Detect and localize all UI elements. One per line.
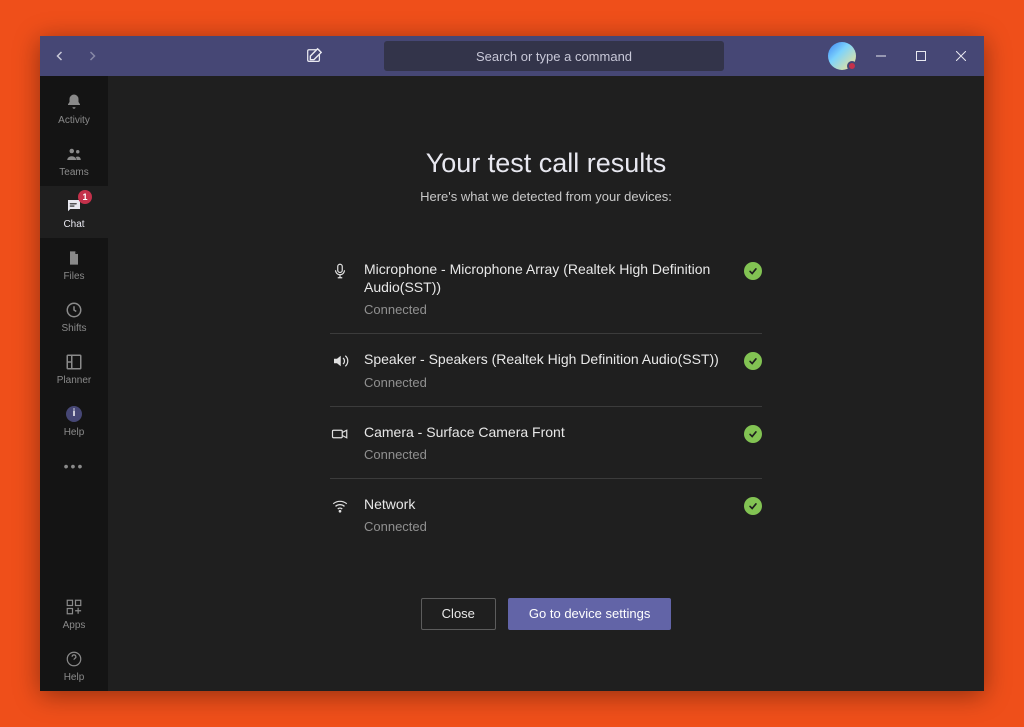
title-bar (40, 36, 984, 76)
user-avatar[interactable] (828, 42, 856, 70)
speaker-icon (330, 351, 350, 371)
app-window: Activity Teams 1 Chat Files (40, 36, 984, 691)
sidebar-item-label: Help (64, 672, 85, 683)
sidebar-item-activity[interactable]: Activity (40, 82, 108, 134)
sidebar-item-label: Activity (58, 115, 90, 126)
result-status: Connected (364, 519, 730, 534)
search-box[interactable] (384, 41, 724, 71)
apps-icon (63, 596, 85, 618)
success-check-icon (744, 497, 762, 515)
sidebar-item-label: Chat (63, 219, 84, 230)
bell-icon (63, 91, 85, 113)
compose-button[interactable] (300, 42, 328, 70)
result-row-network: Network Connected (330, 479, 762, 550)
result-status: Connected (364, 302, 730, 317)
planner-icon (63, 351, 85, 373)
back-button[interactable] (48, 44, 72, 68)
close-window-button[interactable] (946, 41, 976, 71)
notification-badge: 1 (78, 190, 92, 204)
sidebar-item-chat[interactable]: 1 Chat (40, 186, 108, 238)
success-check-icon (744, 352, 762, 370)
forward-button[interactable] (80, 44, 104, 68)
results-list: Microphone - Microphone Array (Realtek H… (330, 244, 762, 550)
camera-icon (330, 424, 350, 444)
result-title: Speaker - Speakers (Realtek High Definit… (364, 350, 730, 368)
more-icon: ••• (64, 458, 85, 474)
sidebar-item-label: Files (63, 271, 84, 282)
help-info-icon: i (63, 403, 85, 425)
teams-icon (63, 143, 85, 165)
page-title: Your test call results (426, 148, 667, 179)
maximize-button[interactable] (906, 41, 936, 71)
result-row-speaker: Speaker - Speakers (Realtek High Definit… (330, 334, 762, 406)
sidebar-item-teams[interactable]: Teams (40, 134, 108, 186)
sidebar-more[interactable]: ••• (40, 446, 108, 486)
sidebar-item-planner[interactable]: Planner (40, 342, 108, 394)
app-bar: Activity Teams 1 Chat Files (40, 76, 108, 691)
microphone-icon (330, 261, 350, 281)
sidebar-item-label: Apps (63, 620, 86, 631)
shifts-icon (63, 299, 85, 321)
presence-badge (847, 61, 857, 71)
sidebar-item-apps[interactable]: Apps (40, 587, 108, 639)
device-settings-button[interactable]: Go to device settings (508, 598, 671, 630)
sidebar-item-label: Planner (57, 375, 91, 386)
search-input[interactable] (384, 49, 724, 64)
main-content: Your test call results Here's what we de… (108, 76, 984, 691)
result-title: Camera - Surface Camera Front (364, 423, 730, 441)
result-status: Connected (364, 375, 730, 390)
sidebar-item-files[interactable]: Files (40, 238, 108, 290)
help-icon (63, 648, 85, 670)
sidebar-item-help[interactable]: i Help (40, 394, 108, 446)
sidebar-item-help-bottom[interactable]: Help (40, 639, 108, 691)
close-button[interactable]: Close (421, 598, 496, 630)
files-icon (63, 247, 85, 269)
sidebar-item-label: Teams (59, 167, 88, 178)
result-title: Microphone - Microphone Array (Realtek H… (364, 260, 730, 296)
result-row-camera: Camera - Surface Camera Front Connected (330, 407, 762, 479)
result-title: Network (364, 495, 730, 513)
sidebar-item-label: Shifts (61, 323, 86, 334)
sidebar-item-label: Help (64, 427, 85, 438)
minimize-button[interactable] (866, 41, 896, 71)
result-row-microphone: Microphone - Microphone Array (Realtek H… (330, 244, 762, 334)
result-status: Connected (364, 447, 730, 462)
page-subtitle: Here's what we detected from your device… (420, 189, 672, 204)
wifi-icon (330, 496, 350, 516)
action-buttons: Close Go to device settings (421, 598, 672, 630)
success-check-icon (744, 425, 762, 443)
sidebar-item-shifts[interactable]: Shifts (40, 290, 108, 342)
success-check-icon (744, 262, 762, 280)
